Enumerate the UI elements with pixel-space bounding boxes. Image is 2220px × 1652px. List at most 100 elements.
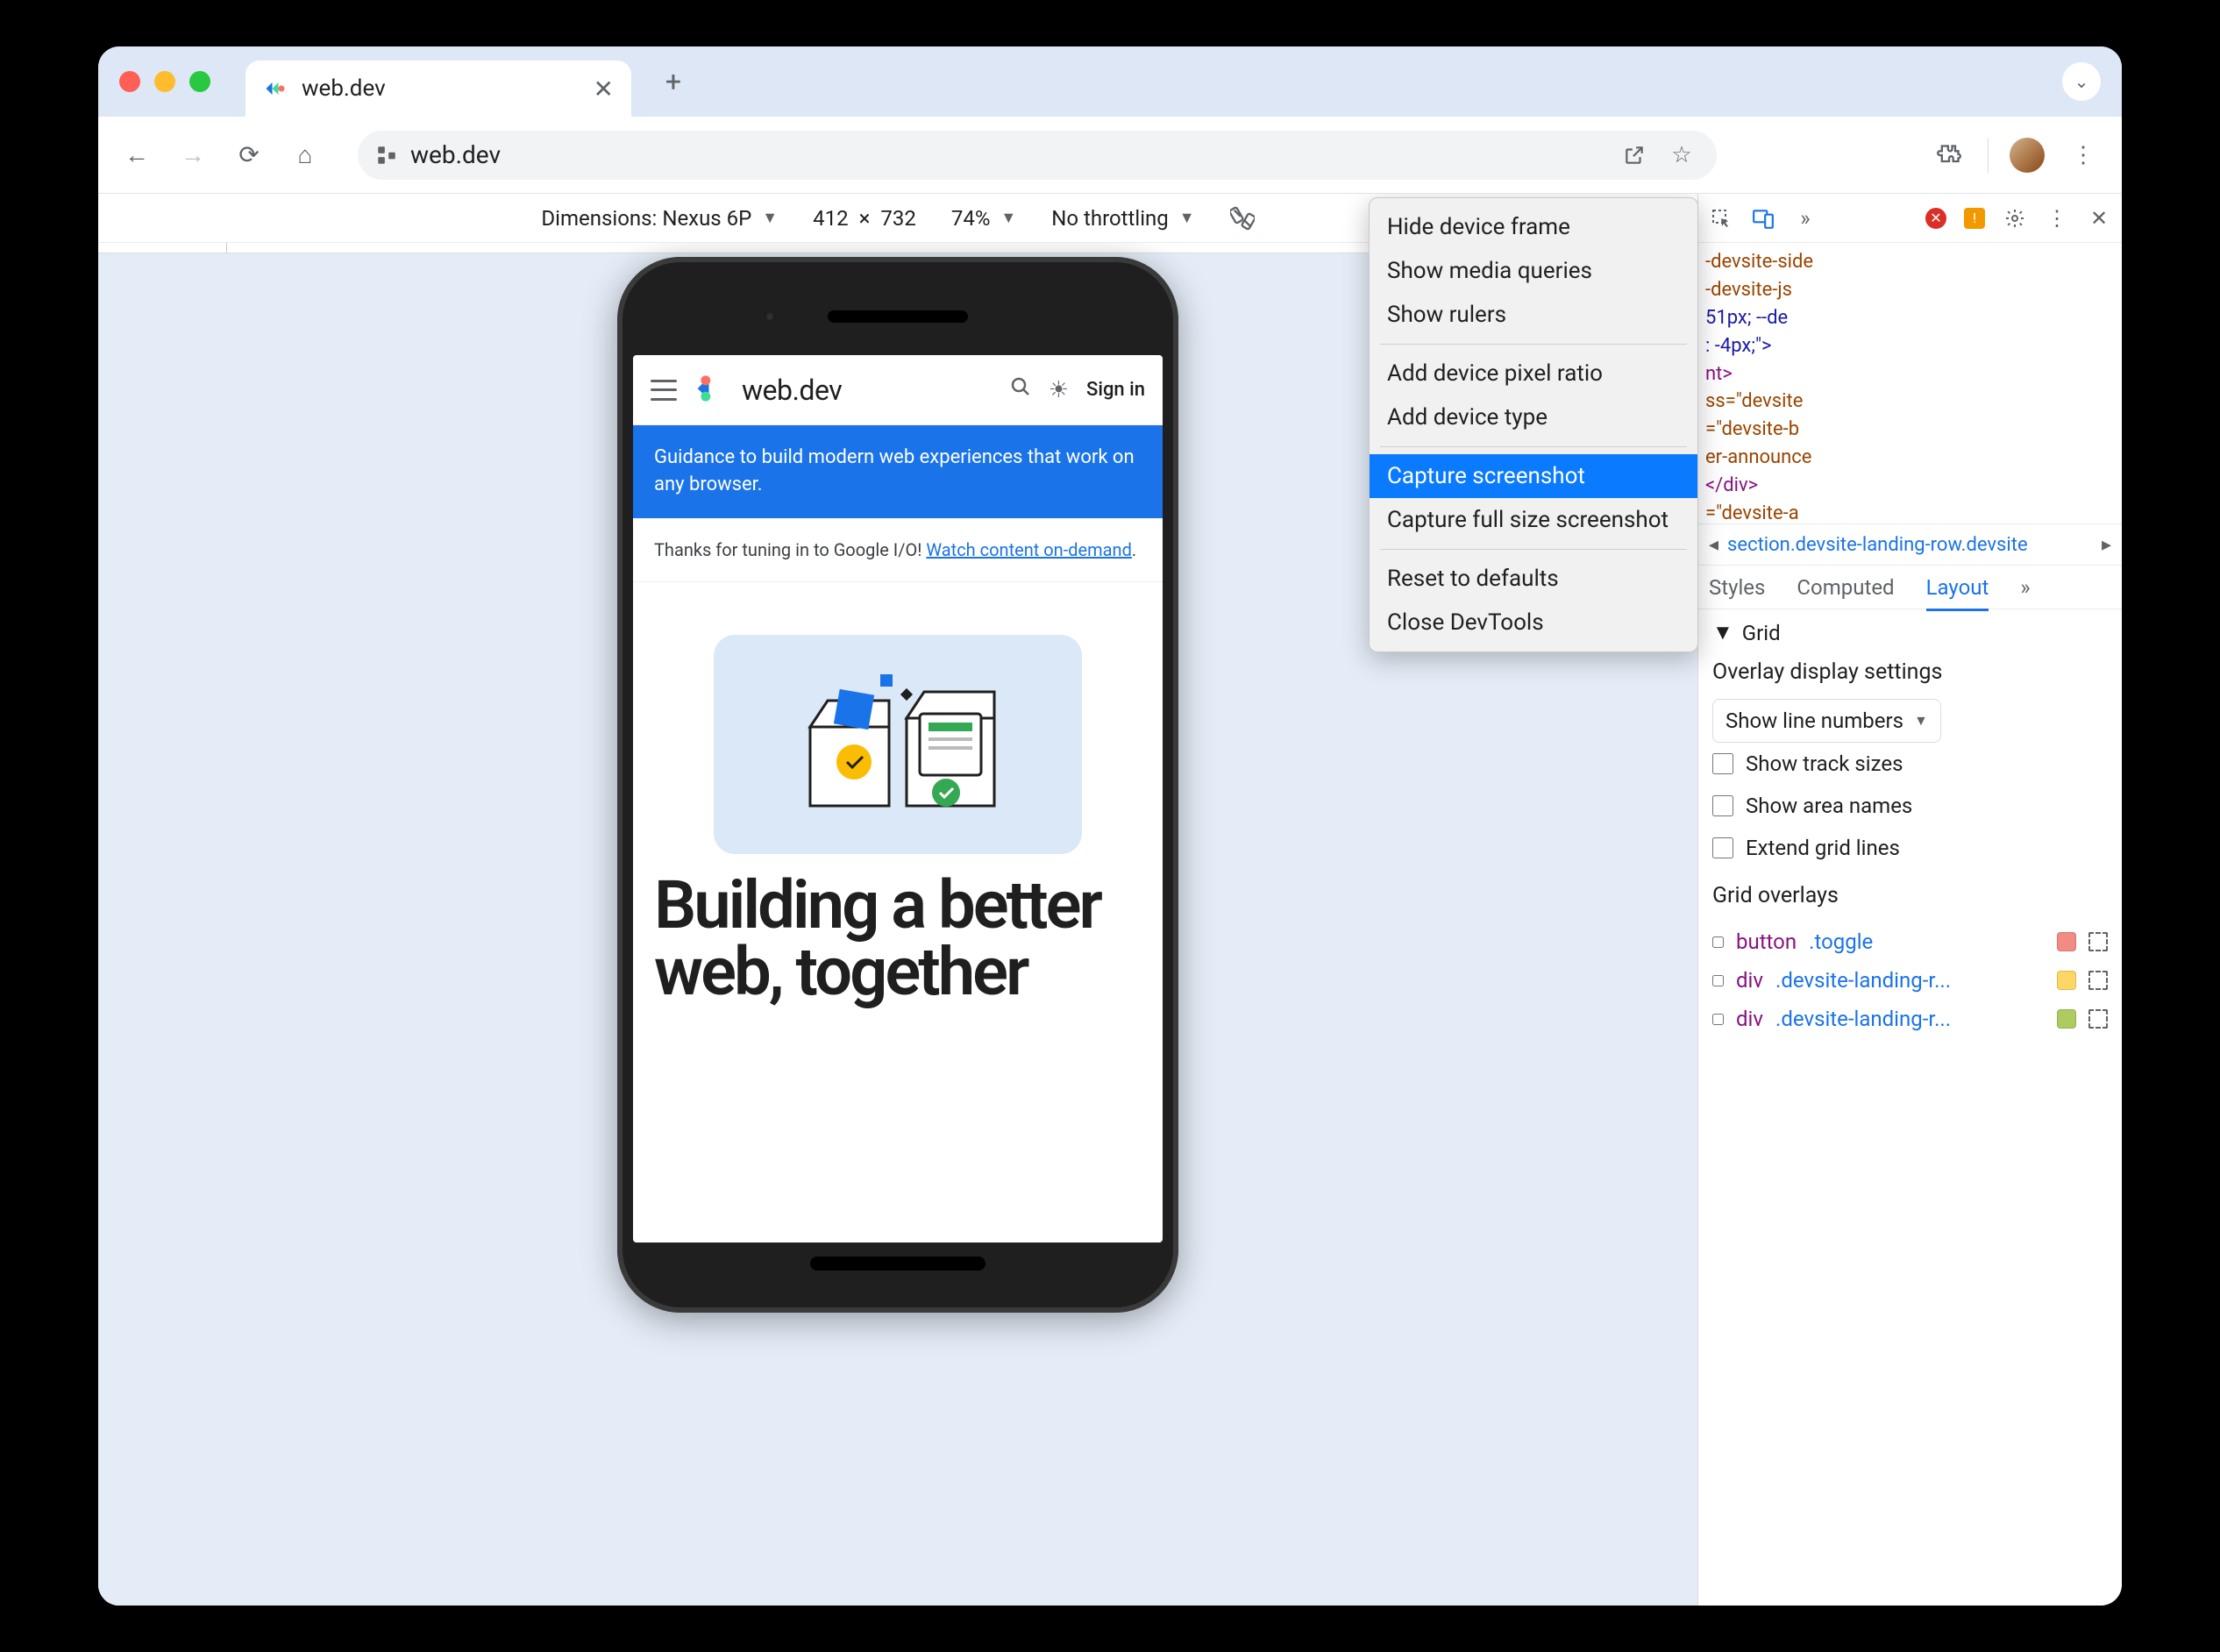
- menu-capture-full-size-screenshot[interactable]: Capture full size screenshot: [1370, 498, 1697, 542]
- dom-line[interactable]: ="devsite-a: [1705, 500, 2118, 523]
- dom-line[interactable]: er-announce: [1705, 444, 2118, 472]
- dom-line[interactable]: ="devsite-b: [1705, 416, 2118, 444]
- url-text: web.dev: [410, 140, 501, 169]
- io-link[interactable]: Watch content on-demand: [926, 539, 1132, 560]
- throttling-dropdown[interactable]: No throttling ▼: [1051, 206, 1194, 231]
- dom-line[interactable]: -devsite-js: [1705, 276, 2118, 304]
- more-tabs-icon[interactable]: »: [1793, 206, 1818, 231]
- minimize-window-icon[interactable]: [154, 71, 175, 92]
- menu-show-rulers[interactable]: Show rulers: [1370, 293, 1697, 337]
- device-dimensions-dropdown[interactable]: Dimensions: Nexus 6P ▼: [541, 206, 778, 231]
- tab-title: web.dev: [302, 75, 580, 102]
- menu-add-device-pixel-ratio[interactable]: Add device pixel ratio: [1370, 352, 1697, 395]
- speaker-icon: [828, 310, 968, 323]
- styles-tabs: Styles Computed Layout »: [1698, 566, 2122, 609]
- color-swatch-icon[interactable]: [2057, 932, 2076, 951]
- close-devtools-icon[interactable]: ✕: [2087, 206, 2111, 231]
- hamburger-icon[interactable]: [651, 380, 677, 401]
- extensions-icon[interactable]: [1932, 138, 1967, 173]
- new-tab-button[interactable]: +: [652, 61, 694, 103]
- dom-line[interactable]: 51px; --de: [1705, 304, 2118, 332]
- site-info-icon[interactable]: [375, 144, 398, 167]
- home-button[interactable]: ⌂: [288, 138, 323, 173]
- reload-button[interactable]: ⟳: [231, 138, 267, 173]
- traffic-lights: [119, 71, 210, 92]
- settings-icon[interactable]: [2003, 206, 2027, 231]
- camera-icon: [765, 311, 775, 322]
- grid-overlay-row[interactable]: button.toggle: [1712, 922, 2108, 961]
- color-swatch-icon[interactable]: [2057, 1009, 2076, 1029]
- dom-line[interactable]: ss="devsite: [1705, 388, 2118, 416]
- show-area-names-checkbox[interactable]: Show area names: [1712, 785, 2108, 827]
- chevron-down-icon: ▼: [1000, 209, 1016, 227]
- menu-separator: [1380, 344, 1687, 345]
- device-width[interactable]: 412: [813, 206, 848, 231]
- chrome-menu-icon[interactable]: ⋮: [2066, 138, 2101, 173]
- errors-badge[interactable]: ✕: [1925, 208, 1946, 229]
- chevron-down-icon: ▼: [1914, 712, 1928, 730]
- signin-link[interactable]: Sign in: [1086, 379, 1145, 401]
- maximize-window-icon[interactable]: [189, 71, 210, 92]
- menu-hide-device-frame[interactable]: Hide device frame: [1370, 205, 1697, 249]
- dom-line[interactable]: : -4px;">: [1705, 332, 2118, 360]
- menu-capture-screenshot[interactable]: Capture screenshot: [1370, 454, 1697, 498]
- triangle-down-icon: ▼: [1712, 620, 1733, 645]
- tab-styles[interactable]: Styles: [1709, 575, 1765, 600]
- grid-overlay-row[interactable]: div.devsite-landing-r...: [1712, 1000, 2108, 1038]
- overlay-checkbox[interactable]: [1712, 1014, 1724, 1025]
- device-toolbar-context-menu: Hide device frame Show media queries Sho…: [1369, 197, 1698, 652]
- elements-dom-tree[interactable]: -devsite-side-devsite-js51px; --de: -4px…: [1698, 243, 2122, 523]
- back-button[interactable]: ←: [119, 138, 154, 173]
- menu-add-device-type[interactable]: Add device type: [1370, 395, 1697, 439]
- devtools-menu-icon[interactable]: ⋮: [2045, 206, 2069, 231]
- rotate-icon[interactable]: [1230, 206, 1255, 231]
- highlight-icon[interactable]: [2088, 1009, 2108, 1029]
- browser-tab[interactable]: web.dev ✕: [245, 61, 631, 117]
- profile-avatar[interactable]: [2010, 138, 2045, 173]
- tab-layout[interactable]: Layout: [1926, 575, 1989, 611]
- color-swatch-icon[interactable]: [2057, 971, 2076, 990]
- more-tabs-icon[interactable]: »: [2020, 575, 2030, 600]
- tab-close-icon[interactable]: ✕: [594, 75, 614, 103]
- overlay-checkbox[interactable]: [1712, 975, 1724, 986]
- hero-banner: Guidance to build modern web experiences…: [633, 425, 1163, 518]
- menu-reset-to-defaults[interactable]: Reset to defaults: [1370, 557, 1697, 601]
- bookmark-icon[interactable]: ☆: [1664, 138, 1699, 173]
- show-track-sizes-checkbox[interactable]: Show track sizes: [1712, 743, 2108, 785]
- dom-line[interactable]: nt>: [1705, 360, 2118, 388]
- tab-computed[interactable]: Computed: [1797, 575, 1894, 600]
- titlebar: web.dev ✕ + ⌄: [98, 46, 2122, 117]
- emulated-screen[interactable]: web.dev ☀ Sign in Guidance to build mode…: [633, 355, 1163, 1243]
- tabs-dropdown-button[interactable]: ⌄: [2062, 62, 2101, 101]
- theme-toggle-icon[interactable]: ☀: [1049, 377, 1069, 403]
- breadcrumb-prev-icon[interactable]: ◂: [1709, 534, 1718, 556]
- zoom-dropdown[interactable]: 74% ▼: [951, 206, 1016, 231]
- show-line-numbers-select[interactable]: Show line numbers ▼: [1712, 699, 1941, 743]
- device-height[interactable]: 732: [880, 206, 915, 231]
- elements-breadcrumb[interactable]: ◂ section.devsite-landing-row.devsite ▸: [1698, 523, 2122, 566]
- open-external-icon[interactable]: [1617, 138, 1652, 173]
- search-icon[interactable]: [1010, 376, 1031, 403]
- grid-section-toggle[interactable]: ▼ Grid: [1712, 620, 2108, 645]
- grid-overlay-row[interactable]: div.devsite-landing-r...: [1712, 961, 2108, 1000]
- dom-line[interactable]: </div>: [1705, 472, 2118, 500]
- close-window-icon[interactable]: [119, 71, 140, 92]
- menu-close-devtools[interactable]: Close DevTools: [1370, 601, 1697, 644]
- forward-button[interactable]: →: [175, 138, 210, 173]
- overlay-settings-heading: Overlay display settings: [1712, 659, 2108, 685]
- dom-line[interactable]: -devsite-side: [1705, 248, 2118, 276]
- hero-heading: Building a better web, together: [633, 872, 1163, 1005]
- url-field[interactable]: web.dev ☆: [358, 131, 1717, 180]
- extend-grid-lines-checkbox[interactable]: Extend grid lines: [1712, 827, 2108, 869]
- devtools-toolbar: » ✕ ! ⋮ ✕: [1698, 194, 2122, 243]
- inspect-icon[interactable]: [1709, 206, 1733, 231]
- overlay-checkbox[interactable]: [1712, 936, 1724, 948]
- site-logo[interactable]: web.dev: [694, 369, 842, 411]
- device-mode-icon[interactable]: [1751, 206, 1775, 231]
- highlight-icon[interactable]: [2088, 932, 2108, 951]
- warnings-badge[interactable]: !: [1964, 208, 1985, 229]
- breadcrumb-next-icon[interactable]: ▸: [2102, 534, 2111, 556]
- highlight-icon[interactable]: [2088, 971, 2108, 990]
- divider: [1988, 138, 1989, 173]
- menu-show-media-queries[interactable]: Show media queries: [1370, 249, 1697, 293]
